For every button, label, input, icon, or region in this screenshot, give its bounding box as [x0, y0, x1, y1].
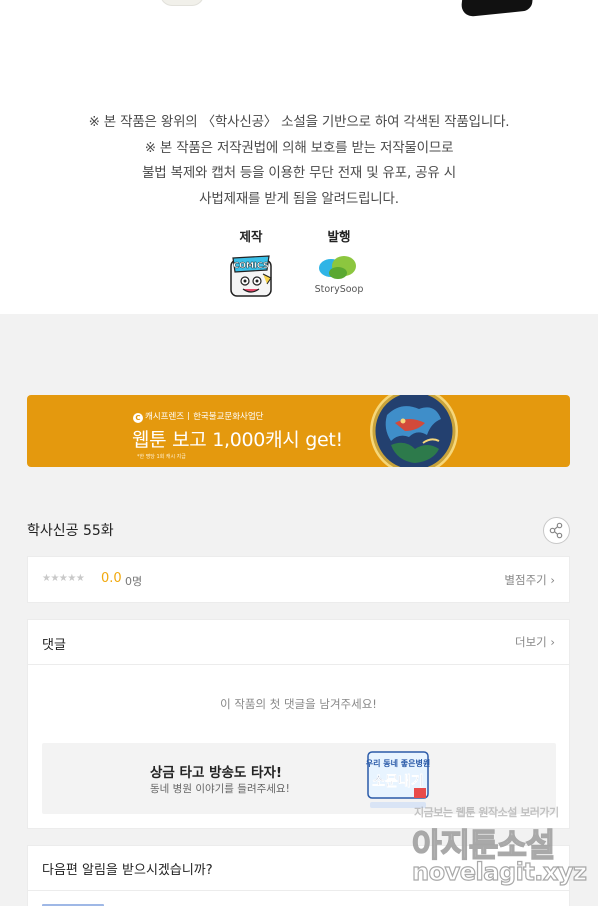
rating-count: 0명: [125, 575, 143, 588]
chevron-right-icon: ›: [550, 573, 555, 587]
promo-art-text: 소문내기: [372, 774, 424, 790]
storysoop-logo-text: StorySoop: [315, 284, 364, 295]
publisher-label: 발행: [327, 229, 351, 244]
star-rating-icon: ★★★★★: [42, 573, 85, 584]
notice-line: 사법제재를 받게 됨을 알려드립니다.: [199, 190, 399, 207]
divider: [28, 890, 569, 891]
comments-more-button[interactable]: 더보기 ›: [515, 634, 555, 650]
credits: 제작 COMICS 발행 StorySoop: [0, 228, 598, 308]
banner-headline: 웹툰 보고 1,000캐시 get!: [132, 429, 343, 451]
promo-art-small-text: 우리 동네 좋은병원: [366, 758, 430, 768]
more-label: 더보기: [514, 635, 547, 649]
rating-score: 0.0: [101, 571, 122, 586]
comics-logo: COMICS: [229, 254, 273, 298]
promo-title: 상금 타고 방송도 타자!: [150, 765, 283, 781]
notice-line: 불법 복제와 캡처 등을 이용한 무단 전재 및 유포, 공유 시: [142, 165, 456, 181]
rate-button[interactable]: 별점주기 ›: [504, 572, 555, 588]
banner-partner: 한국불교문화사업단: [193, 412, 264, 422]
notification-card: 다음편 알림을 받으시겠습니까?: [27, 845, 570, 906]
banner-brand-row: C 캐시프렌즈 한국불교문화사업단: [133, 410, 264, 423]
notify-question: 다음편 알림을 받으시겠습니까?: [42, 863, 213, 878]
promo-banner[interactable]: 상금 타고 방송도 타자! 동네 병원 이야기를 들려주세요! 우리 동네 좋은…: [42, 743, 556, 814]
chevron-right-icon: ›: [550, 635, 555, 649]
end-notice-section: ※ 본 작품은 왕위의 〈학사신공〉 소설을 기반으로 하여 각색된 작품입니다…: [0, 0, 598, 314]
publisher-credit: 발행 StorySoop: [299, 228, 379, 296]
share-icon: [549, 522, 563, 539]
production-label: 제작: [239, 229, 263, 244]
comic-panel-remnant: [460, 0, 534, 18]
production-credit: 제작 COMICS: [211, 228, 291, 298]
empty-comments-message: 이 작품의 첫 댓글을 남겨주세요!: [220, 697, 377, 711]
banner-separator: [188, 412, 190, 420]
notice-line: ※ 본 작품은 저작권법에 의해 보호를 받는 저작물이므로: [144, 139, 454, 156]
copyright-notice: ※ 본 작품은 왕위의 〈학사신공〉 소설을 기반으로 하여 각색된 작품입니다…: [0, 110, 598, 212]
storysoop-logo: StorySoop: [311, 254, 367, 296]
dragon-illustration-icon: [370, 395, 458, 467]
episode-title: 학사신공 55화: [27, 523, 114, 539]
rate-button-label: 별점주기: [504, 573, 547, 587]
cashfriends-c-icon: C: [133, 413, 143, 423]
banner-fineprint: *한 명당 1회 캐시 지급: [137, 454, 186, 460]
comic-panel-remnant: [160, 0, 204, 6]
promo-illustration: 우리 동네 좋은병원 소문내기: [366, 751, 430, 808]
notice-line: ※ 본 작품은 왕위의 〈학사신공〉 소설을 기반으로 하여 각색된 작품입니다…: [88, 114, 510, 130]
rating-card: ★★★★★ 0.0 0명 별점주기 ›: [27, 556, 570, 603]
svg-text:COMICS: COMICS: [233, 261, 269, 270]
comments-card: 댓글 더보기 › 이 작품의 첫 댓글을 남겨주세요! 상금 타고 방송도 타자…: [27, 619, 570, 829]
banner-brand: 캐시프렌즈: [145, 412, 185, 422]
cashfriends-ad-banner[interactable]: C 캐시프렌즈 한국불교문화사업단 웹툰 보고 1,000캐시 get! *한 명당…: [27, 395, 570, 467]
comments-header: 댓글 더보기 ›: [28, 620, 569, 665]
comments-title: 댓글: [42, 638, 66, 653]
share-button[interactable]: [543, 517, 570, 544]
promo-subtitle: 동네 병원 이야기를 들려주세요!: [150, 783, 290, 795]
